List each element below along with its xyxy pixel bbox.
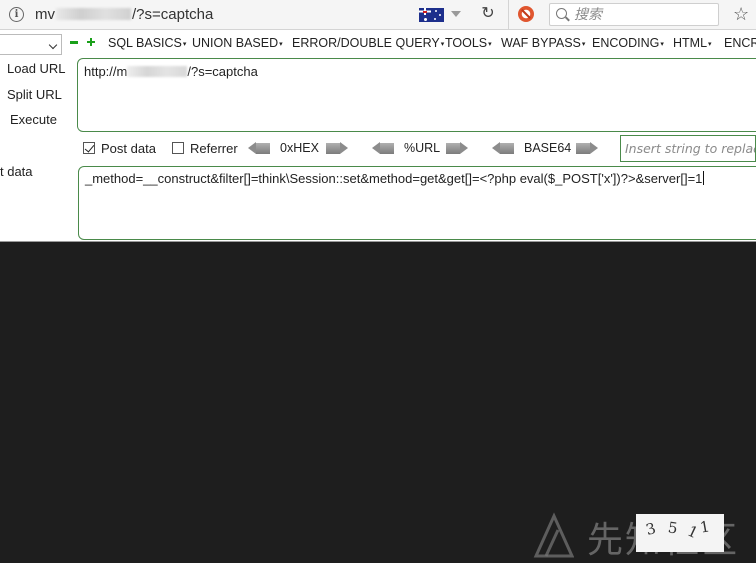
menu-encoding[interactable]: ENCODING▾ bbox=[592, 36, 664, 50]
url-decode-arrow-icon[interactable] bbox=[372, 142, 394, 155]
menu-union-based[interactable]: UNION BASED▾ bbox=[192, 36, 283, 50]
referrer-checkbox[interactable] bbox=[172, 142, 184, 154]
hex-encode-arrow-icon[interactable] bbox=[326, 142, 348, 155]
base64-label: BASE64 bbox=[524, 141, 572, 155]
captcha-digit: 3 bbox=[643, 519, 658, 539]
split-url-button[interactable]: Split URL bbox=[7, 87, 62, 102]
addon-icon[interactable] bbox=[518, 6, 534, 22]
base64-decode-arrow-icon[interactable] bbox=[492, 142, 514, 155]
address-url[interactable]: mv/?s=captcha bbox=[35, 6, 213, 23]
menu-html[interactable]: HTML▾ bbox=[673, 36, 712, 50]
watermark-logo-icon bbox=[533, 512, 574, 558]
hex-decode-arrow-icon[interactable] bbox=[248, 142, 270, 155]
info-icon[interactable]: i bbox=[9, 7, 24, 22]
captcha-digit: 1 bbox=[684, 521, 701, 543]
search-box[interactable] bbox=[549, 3, 719, 26]
chevron-down-icon: ▾ bbox=[182, 41, 187, 48]
menu-tools[interactable]: TOOLS▾ bbox=[445, 36, 492, 50]
menu-sql-basics[interactable]: SQL BASICS▾ bbox=[108, 36, 186, 50]
execute-button[interactable]: Execute bbox=[10, 112, 57, 127]
chevron-down-icon: ▾ bbox=[708, 41, 712, 48]
search-icon bbox=[556, 8, 567, 19]
search-input[interactable] bbox=[574, 5, 714, 24]
minus-icon[interactable] bbox=[70, 41, 78, 44]
post-data-value: _method=__construct&filter[]=think\Sessi… bbox=[85, 171, 705, 186]
url-textarea[interactable]: http://m/?s=captcha bbox=[77, 58, 756, 132]
flag-star bbox=[439, 14, 441, 16]
url-label: %URL bbox=[404, 141, 441, 155]
captcha-digit: 5 bbox=[666, 518, 679, 538]
load-url-button[interactable]: Load URL bbox=[7, 61, 66, 76]
reload-icon[interactable]: ↻ bbox=[478, 4, 498, 24]
insert-string-input[interactable] bbox=[620, 135, 756, 162]
hex-label: 0xHEX bbox=[280, 141, 319, 155]
redacted-domain bbox=[56, 8, 131, 20]
redacted-domain bbox=[127, 66, 188, 77]
flag-star bbox=[434, 18, 436, 20]
referrer-checkbox-label[interactable]: Referrer bbox=[190, 141, 238, 156]
post-data-checkbox[interactable] bbox=[83, 142, 95, 154]
flag-star bbox=[435, 10, 437, 12]
toolbar-divider bbox=[508, 0, 509, 30]
hackbar-panel: SQL BASICS▾ UNION BASED▾ ERROR/DOUBLE QU… bbox=[0, 30, 756, 242]
bookmark-star-icon[interactable]: ☆ bbox=[733, 3, 749, 25]
post-data-checkbox-label[interactable]: Post data bbox=[101, 141, 156, 156]
chevron-down-icon: ▾ bbox=[279, 41, 283, 48]
post-data-textarea[interactable]: _method=__construct&filter[]=think\Sessi… bbox=[78, 166, 756, 240]
chevron-down-icon: ▾ bbox=[581, 41, 586, 48]
browser-url-bar: i mv/?s=captcha ↻ ☆ bbox=[0, 0, 756, 30]
url-encode-arrow-icon[interactable] bbox=[446, 142, 468, 155]
chevron-down-icon: ▾ bbox=[440, 41, 445, 48]
plus-icon[interactable] bbox=[87, 38, 95, 46]
chevron-down-icon: ▾ bbox=[660, 41, 664, 48]
text-caret bbox=[703, 171, 705, 185]
flag-au-icon[interactable] bbox=[419, 8, 444, 22]
dropdown-icon[interactable] bbox=[451, 11, 461, 17]
url-textarea-value: http://m/?s=captcha bbox=[84, 64, 258, 79]
post-data-label: t data bbox=[0, 164, 33, 179]
chevron-down-icon: ▾ bbox=[488, 41, 492, 48]
menu-error-double-query[interactable]: ERROR/DOUBLE QUERY▾ bbox=[292, 36, 444, 50]
captcha-image: 3 5 1 1 bbox=[636, 514, 724, 552]
hackbar-select[interactable] bbox=[0, 34, 62, 55]
flag-star bbox=[424, 18, 427, 21]
menu-waf-bypass[interactable]: WAF BYPASS▾ bbox=[501, 36, 585, 50]
captcha-digit: 1 bbox=[698, 517, 712, 537]
base64-encode-arrow-icon[interactable] bbox=[576, 142, 598, 155]
menu-encryption[interactable]: ENCR bbox=[724, 36, 756, 50]
